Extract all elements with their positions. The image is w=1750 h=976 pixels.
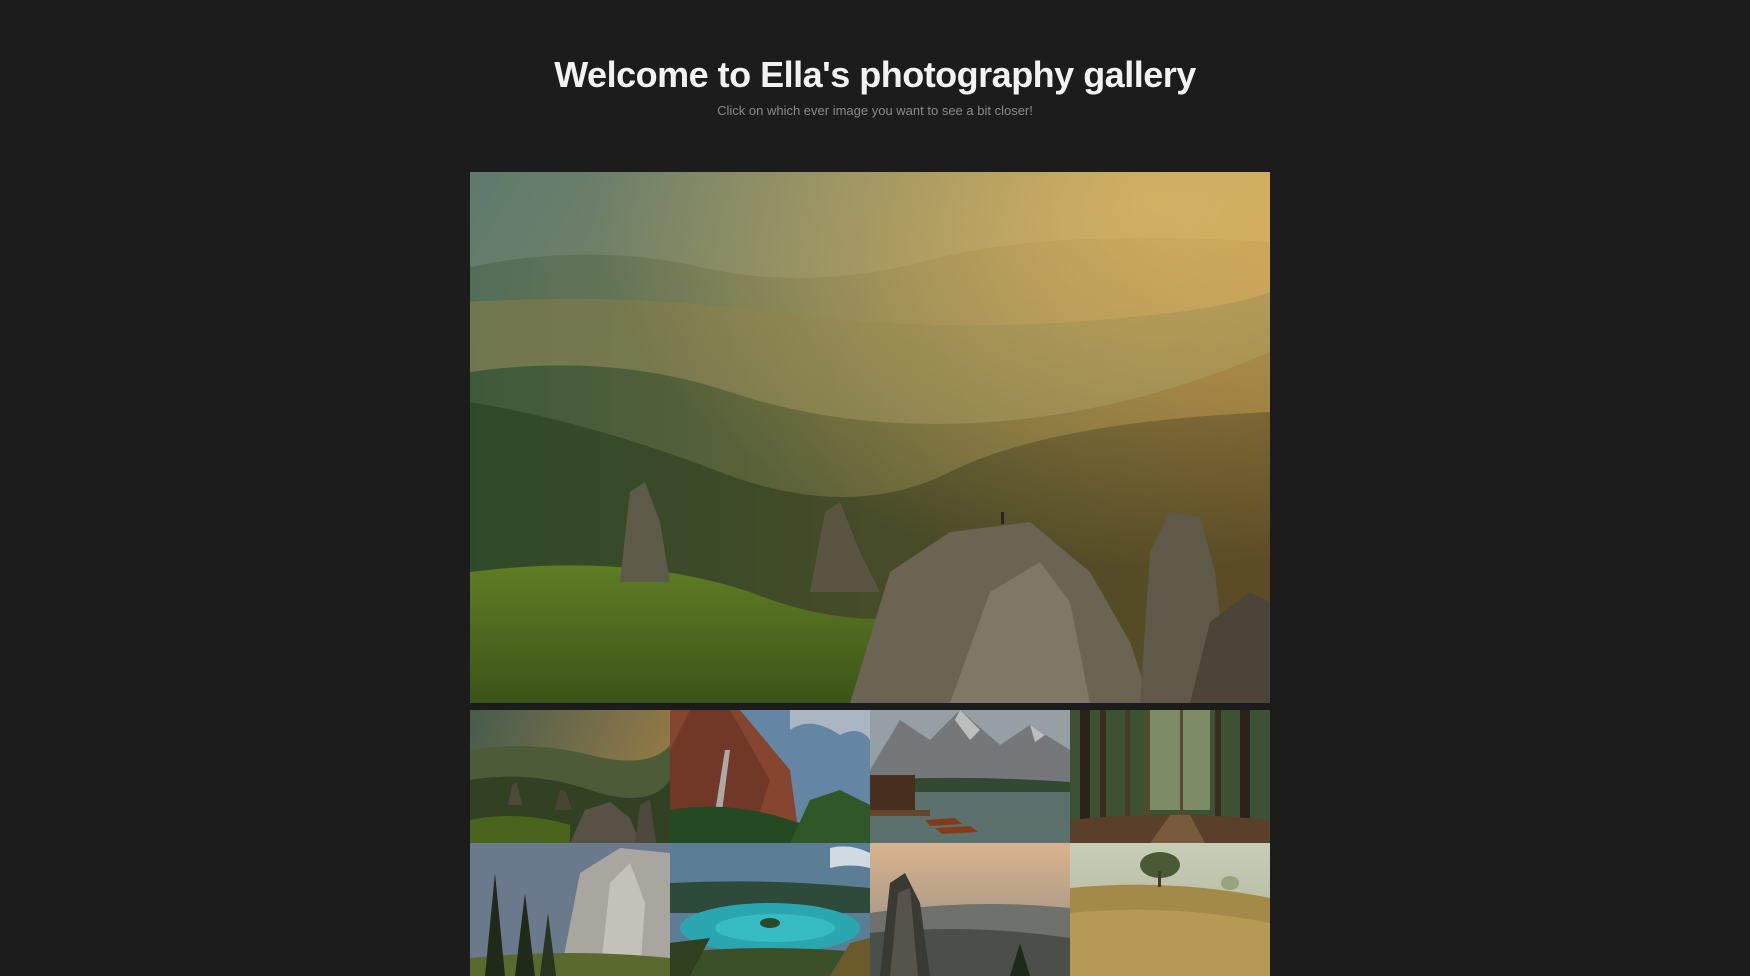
- thumbnail-canyon-waterfall[interactable]: [670, 710, 870, 843]
- thumbnail-photo: [1070, 710, 1270, 843]
- gallery-page: Welcome to Ella's photography gallery Cl…: [0, 0, 1750, 976]
- thumbnail-photo: [470, 710, 670, 843]
- page-header: Welcome to Ella's photography gallery Cl…: [0, 52, 1750, 120]
- featured-photo-mountain-valley: [470, 172, 1270, 703]
- thumbnail-photo: [670, 710, 870, 843]
- thumbnail-photo: [870, 843, 1070, 976]
- thumbnail-turquoise-lake[interactable]: [670, 843, 870, 976]
- thumbnail-rock-spire[interactable]: [870, 843, 1070, 976]
- thumbnail-mountain-valley[interactable]: [470, 710, 670, 843]
- photo-gallery: [470, 172, 1270, 976]
- thumbnail-photo: [870, 710, 1070, 843]
- thumbnail-granite-cliff[interactable]: [470, 843, 670, 976]
- page-title: Welcome to Ella's photography gallery: [554, 54, 1196, 95]
- thumbnail-grid: [470, 710, 1270, 976]
- thumbnail-photo: [470, 843, 670, 976]
- featured-image[interactable]: [470, 172, 1270, 703]
- thumbnail-lone-tree[interactable]: [1070, 843, 1270, 976]
- page-subtitle: Click on which ever image you want to se…: [717, 103, 1033, 118]
- thumbnail-photo: [670, 843, 870, 976]
- thumbnail-photo: [1070, 843, 1270, 976]
- thumbnail-alpine-lake[interactable]: [870, 710, 1070, 843]
- thumbnail-pine-forest[interactable]: [1070, 710, 1270, 843]
